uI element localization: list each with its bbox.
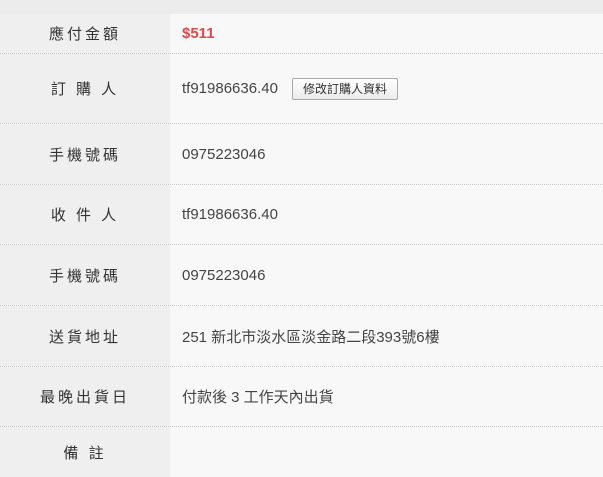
amount-value: $511 [182,25,215,42]
buyer-phone-label: 手機號碼 [0,124,170,184]
address-value: 251 新北市淡水區淡金路二段393號6樓 [182,328,440,346]
address-label: 送貨地址 [0,306,170,366]
delivery-date-value: 付款後 3 工作天內出貨 [182,389,334,406]
note-label: 備 註 [0,427,170,477]
delivery-date-label: 最晚出貨日 [0,367,170,426]
amount-label: 應付金額 [0,14,170,53]
buyer-label: 訂 購 人 [0,54,170,123]
edit-buyer-button[interactable]: 修改訂購人資料 [291,77,398,100]
buyer-phone-value: 0975223046 [182,145,266,163]
delivery-date-row: 最晚出貨日 付款後 3 工作天內出貨 [0,367,603,427]
recipient-row: 收 件 人 tf91986636.40 [0,185,603,245]
recipient-label: 收 件 人 [0,185,170,244]
recipient-phone-label: 手機號碼 [0,245,170,305]
recipient-phone-row: 手機號碼 0975223046 [0,245,603,306]
amount-row: 應付金額 $511 [0,14,603,54]
order-summary-table: 應付金額 $511 訂 購 人 tf91986636.40 修改訂購人資料 手機… [0,14,603,477]
recipient-phone-value: 0975223046 [182,266,266,284]
recipient-value: tf91986636.40 [182,206,278,223]
note-row: 備 註 [0,427,603,477]
buyer-value: tf91986636.40 [182,80,278,97]
address-row: 送貨地址 251 新北市淡水區淡金路二段393號6樓 [0,306,603,367]
top-strip [0,0,603,14]
buyer-phone-row: 手機號碼 0975223046 [0,124,603,185]
buyer-row: 訂 購 人 tf91986636.40 修改訂購人資料 [0,54,603,124]
